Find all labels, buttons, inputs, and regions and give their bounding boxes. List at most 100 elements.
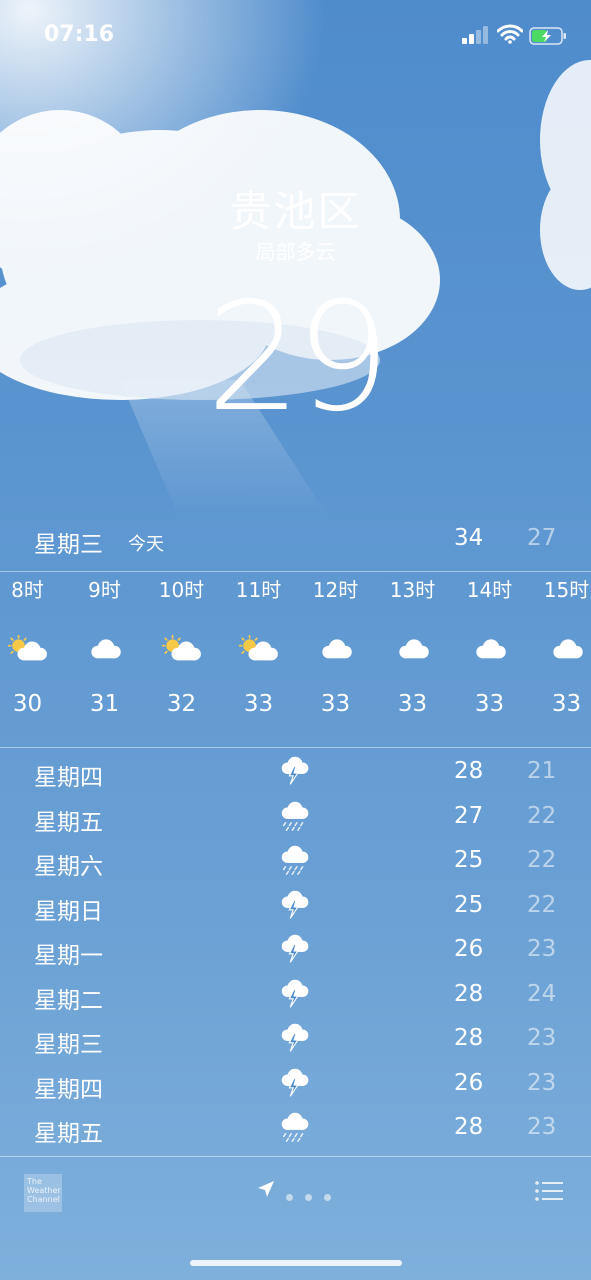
hour-label: 11时 [235, 578, 282, 602]
day-icon [277, 1112, 315, 1148]
today-day: 星期三 [34, 532, 103, 558]
cloud-icon [321, 639, 352, 659]
daily-row: 星期六 25 22 [0, 841, 591, 885]
day-high: 26 [454, 1069, 484, 1096]
day-name: 星期日 [34, 898, 103, 925]
hour-icon [0, 635, 66, 685]
hourly-item: 13时 33 [374, 575, 451, 717]
page-dot[interactable] [324, 1194, 331, 1201]
day-low: 23 [527, 1025, 557, 1051]
day-name: 星期六 [34, 854, 103, 880]
rain-icon [281, 801, 309, 831]
day-low: 22 [527, 891, 557, 918]
day-high: 25 [454, 847, 484, 873]
hour-label: 10时 [158, 578, 205, 602]
hour-icon [528, 635, 591, 685]
weather-channel-logo[interactable]: The Weather Channel [24, 1174, 62, 1212]
day-low: 22 [527, 802, 557, 829]
home-indicator[interactable] [190, 1260, 402, 1266]
rain-icon [281, 845, 309, 876]
thunderstorm-icon [281, 1023, 309, 1052]
battery-charging-icon [529, 27, 566, 45]
hour-icon [374, 635, 451, 685]
hour-icon [220, 635, 297, 685]
page-dot[interactable] [286, 1194, 293, 1201]
hourly-item: 10时 32 [143, 575, 220, 717]
hour-icon [297, 635, 374, 685]
daily-row: 星期二 28 24 [0, 975, 591, 1019]
cloud-icon [90, 639, 121, 659]
hour-label: 13时 [389, 578, 436, 602]
day-low: 21 [527, 758, 557, 784]
day-low: 22 [527, 847, 557, 873]
hour-temperature: 33 [397, 691, 428, 717]
day-icon [277, 801, 315, 837]
today-row: 星期三 今天 34 27 [0, 520, 591, 560]
page-dot[interactable] [305, 1194, 312, 1201]
day-icon [277, 845, 315, 881]
partly-sunny-icon [238, 635, 278, 661]
day-icon [277, 890, 315, 926]
page-dots[interactable] [286, 1186, 343, 1205]
day-high: 27 [454, 802, 484, 829]
partly-sunny-icon [161, 635, 201, 661]
hour-temperature: 31 [89, 691, 120, 717]
day-high: 28 [454, 1114, 484, 1140]
hour-temperature: 30 [12, 691, 43, 717]
hourly-item: 15时 33 [528, 575, 591, 717]
location-arrow-icon[interactable] [257, 1180, 275, 1198]
daily-row: 星期三 28 23 [0, 1019, 591, 1063]
day-name: 星期二 [34, 987, 103, 1014]
wifi-icon [497, 24, 523, 44]
hourly-item: 11时 33 [220, 575, 297, 717]
hour-temperature: 33 [551, 691, 582, 717]
day-icon [277, 979, 315, 1015]
divider [0, 571, 591, 572]
daily-row: 星期五 28 23 [0, 1108, 591, 1152]
daily-row: 星期四 28 21 [0, 752, 591, 796]
day-high: 28 [454, 758, 484, 784]
daily-row: 星期一 26 23 [0, 930, 591, 974]
day-low: 23 [527, 936, 557, 962]
hour-label: 12时 [312, 578, 359, 602]
hour-label: 15时 [543, 578, 590, 602]
day-high: 28 [454, 980, 484, 1007]
thunderstorm-icon [281, 934, 309, 963]
hour-label: 14时 [466, 578, 513, 602]
thunderstorm-icon [281, 979, 309, 1008]
status-time: 07:16 [44, 22, 115, 47]
cellular-signal-icon [462, 26, 488, 44]
cloud-icon [552, 639, 583, 659]
hour-temperature: 32 [166, 691, 197, 717]
today-low: 27 [527, 525, 557, 551]
cloud-icon [398, 639, 429, 659]
day-icon [277, 934, 315, 970]
day-name: 星期五 [34, 1121, 103, 1147]
day-name: 星期四 [34, 765, 103, 791]
hourly-item: 14时 33 [451, 575, 528, 717]
city-name: 贵池区 [229, 187, 362, 236]
hour-icon [451, 635, 528, 685]
hour-icon [143, 635, 220, 685]
current-temperature: 29 [206, 271, 391, 445]
hourly-forecast[interactable]: 8时 30 9时 31 10时 32 11时 33 12时 33 13时 33 14时 33 15时 33 [0, 575, 591, 745]
rain-icon [281, 1112, 309, 1143]
day-high: 26 [454, 936, 484, 962]
hour-icon [66, 635, 143, 685]
hour-temperature: 33 [474, 691, 505, 717]
hour-label: 9时 [88, 578, 121, 602]
thunderstorm-icon [281, 756, 309, 785]
hourly-item: 12时 33 [297, 575, 374, 717]
status-bar: 07:16 [0, 0, 591, 70]
list-icon[interactable] [534, 1180, 564, 1202]
day-name: 星期五 [34, 809, 103, 836]
day-high: 25 [454, 891, 484, 918]
footer-toolbar: The Weather Channel [0, 1160, 591, 1220]
hour-temperature: 33 [320, 691, 351, 717]
day-high: 28 [454, 1025, 484, 1051]
day-low: 23 [527, 1069, 557, 1096]
hourly-item: 9时 31 [66, 575, 143, 717]
today-label: 今天 [128, 534, 164, 555]
divider [0, 747, 591, 748]
daily-row: 星期四 26 23 [0, 1064, 591, 1108]
